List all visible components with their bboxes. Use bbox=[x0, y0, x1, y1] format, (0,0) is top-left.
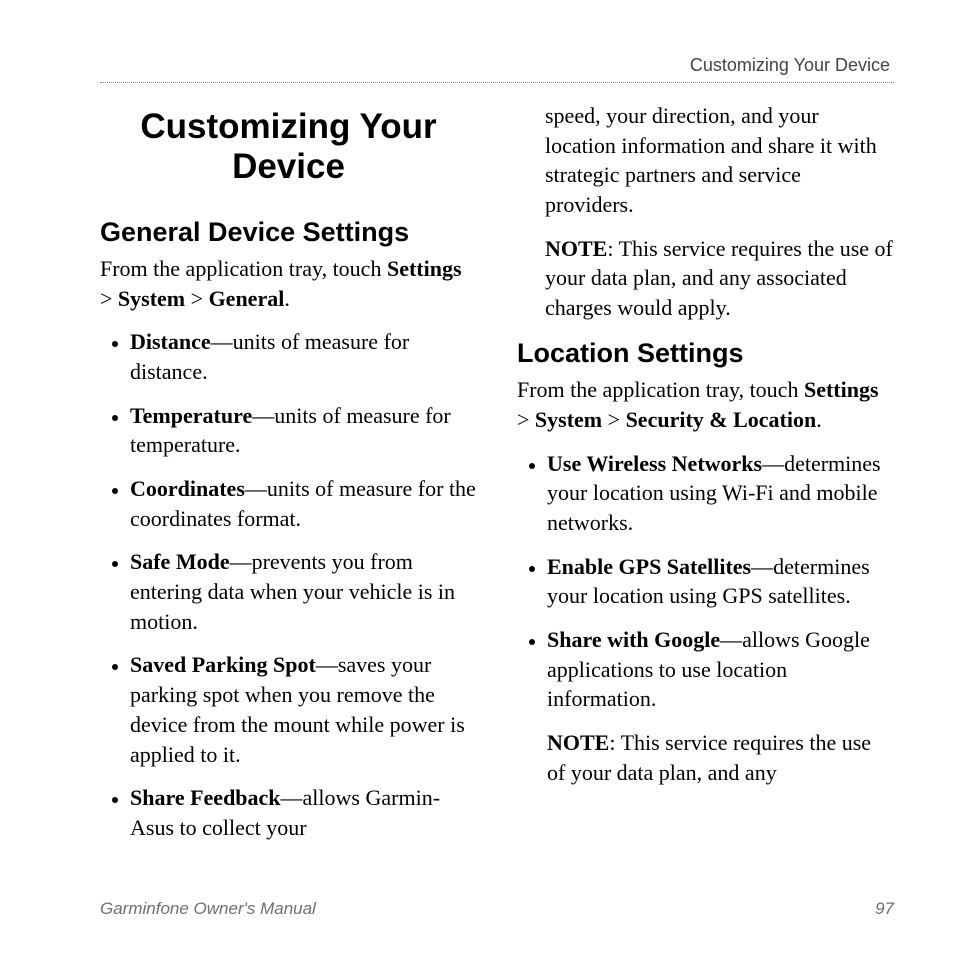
breadcrumb-settings: Settings bbox=[804, 377, 879, 402]
item-term: Share Feedback bbox=[130, 785, 281, 810]
footer-page-number: 97 bbox=[875, 899, 894, 919]
item-term: Distance bbox=[130, 329, 211, 354]
left-column: Customizing Your Device General Device S… bbox=[100, 101, 477, 859]
note-block: NOTE: This service requires the use of y… bbox=[545, 234, 894, 323]
section-title-location: Location Settings bbox=[517, 337, 894, 369]
footer-manual-title: Garminfone Owner's Manual bbox=[100, 899, 316, 919]
lead-prefix: From the application tray, touch bbox=[100, 256, 387, 281]
item-sep: — bbox=[720, 627, 742, 652]
lead-suffix: . bbox=[284, 286, 290, 311]
item-sep: — bbox=[762, 451, 784, 476]
lead-suffix: . bbox=[816, 407, 822, 432]
general-lead-text: From the application tray, touch Setting… bbox=[100, 254, 477, 313]
item-sep: — bbox=[230, 549, 252, 574]
breadcrumb-sep: > bbox=[602, 407, 625, 432]
list-item: Temperature—units of measure for tempera… bbox=[130, 401, 477, 460]
list-item: Use Wireless Networks—determines your lo… bbox=[547, 449, 894, 538]
list-item: Coordinates—units of measure for the coo… bbox=[130, 474, 477, 533]
note-label: NOTE bbox=[545, 236, 607, 261]
item-sep: — bbox=[252, 403, 274, 428]
page-footer: Garminfone Owner's Manual 97 bbox=[100, 899, 894, 919]
lead-prefix: From the application tray, touch bbox=[517, 377, 804, 402]
breadcrumb-sep: > bbox=[100, 286, 118, 311]
item-term: Coordinates bbox=[130, 476, 245, 501]
manual-page: Customizing Your Device Customizing Your… bbox=[0, 0, 954, 954]
list-item: Share Feedback—allows Garmin-Asus to col… bbox=[130, 783, 477, 842]
list-item: Saved Parking Spot—saves your parking sp… bbox=[130, 650, 477, 769]
chapter-title: Customizing Your Device bbox=[100, 107, 477, 188]
breadcrumb-security-location: Security & Location bbox=[626, 407, 817, 432]
item-term: Safe Mode bbox=[130, 549, 230, 574]
note-block: NOTE: This service requires the use of y… bbox=[547, 728, 894, 787]
item-term: Enable GPS Satellites bbox=[547, 554, 751, 579]
breadcrumb-settings: Settings bbox=[387, 256, 462, 281]
breadcrumb-sep: > bbox=[517, 407, 535, 432]
item-term: Share with Google bbox=[547, 627, 720, 652]
breadcrumb-system: System bbox=[118, 286, 185, 311]
section-title-general: General Device Settings bbox=[100, 216, 477, 248]
item-sep: — bbox=[211, 329, 233, 354]
list-item: Enable GPS Satellites—determines your lo… bbox=[547, 552, 894, 611]
location-lead-text: From the application tray, touch Setting… bbox=[517, 375, 894, 434]
header-dotted-rule bbox=[100, 82, 894, 83]
note-label: NOTE bbox=[547, 730, 609, 755]
two-column-layout: Customizing Your Device General Device S… bbox=[100, 101, 894, 859]
location-settings-list: Use Wireless Networks—determines your lo… bbox=[517, 449, 894, 788]
right-column: speed, your direction, and your location… bbox=[517, 101, 894, 859]
breadcrumb-system: System bbox=[535, 407, 602, 432]
item-sep: — bbox=[281, 785, 303, 810]
item-sep: — bbox=[751, 554, 773, 579]
list-item: Share with Google—allows Google applicat… bbox=[547, 625, 894, 787]
breadcrumb-sep: > bbox=[185, 286, 208, 311]
item-term: Use Wireless Networks bbox=[547, 451, 762, 476]
item-sep: — bbox=[316, 652, 338, 677]
general-settings-list: Distance—units of measure for distance. … bbox=[100, 327, 477, 842]
breadcrumb-general: General bbox=[209, 286, 285, 311]
list-item: Safe Mode—prevents you from entering dat… bbox=[130, 547, 477, 636]
item-sep: — bbox=[245, 476, 267, 501]
share-feedback-continuation: speed, your direction, and your location… bbox=[545, 101, 894, 220]
item-term: Saved Parking Spot bbox=[130, 652, 316, 677]
item-term: Temperature bbox=[130, 403, 252, 428]
running-header: Customizing Your Device bbox=[100, 55, 894, 76]
list-item: Distance—units of measure for distance. bbox=[130, 327, 477, 386]
